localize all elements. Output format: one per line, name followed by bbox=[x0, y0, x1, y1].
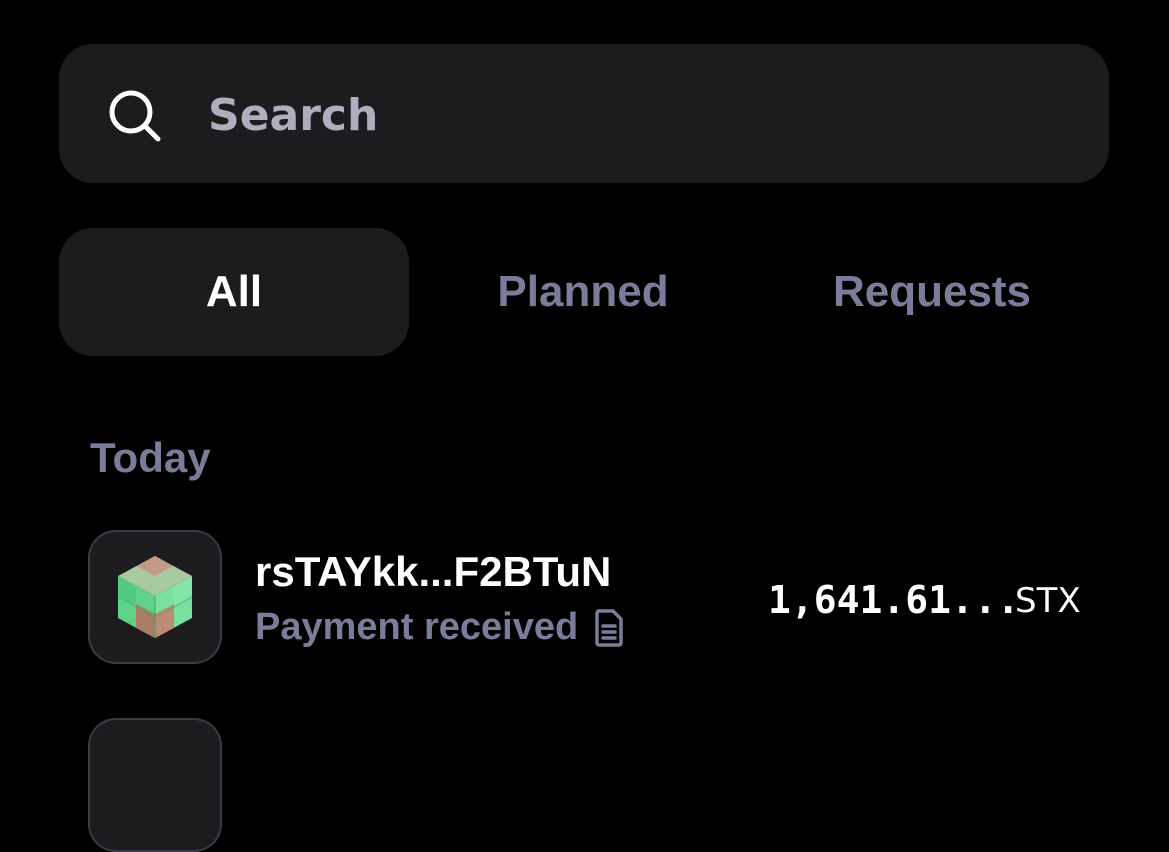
tab-all[interactable]: All bbox=[59, 228, 409, 356]
search-input[interactable] bbox=[208, 84, 1068, 146]
cube-token-icon bbox=[117, 556, 193, 638]
tab-planned[interactable]: Planned bbox=[408, 228, 758, 356]
transaction-row[interactable]: rsTAYkk...F2BTuN Payment received 1,641.… bbox=[88, 530, 1088, 666]
section-header-today: Today bbox=[90, 434, 211, 481]
transaction-amount: 1,641.61... bbox=[768, 578, 1020, 622]
transaction-address: rsTAYkk...F2BTuN bbox=[255, 548, 612, 595]
transaction-status-label: Payment received bbox=[255, 606, 579, 648]
tab-requests[interactable]: Requests bbox=[757, 228, 1107, 356]
avatar bbox=[88, 718, 222, 852]
transaction-currency: STX bbox=[1015, 581, 1081, 621]
avatar bbox=[88, 530, 222, 664]
transaction-status: Payment received bbox=[255, 606, 624, 649]
document-icon bbox=[595, 608, 623, 647]
search-icon bbox=[109, 90, 161, 142]
